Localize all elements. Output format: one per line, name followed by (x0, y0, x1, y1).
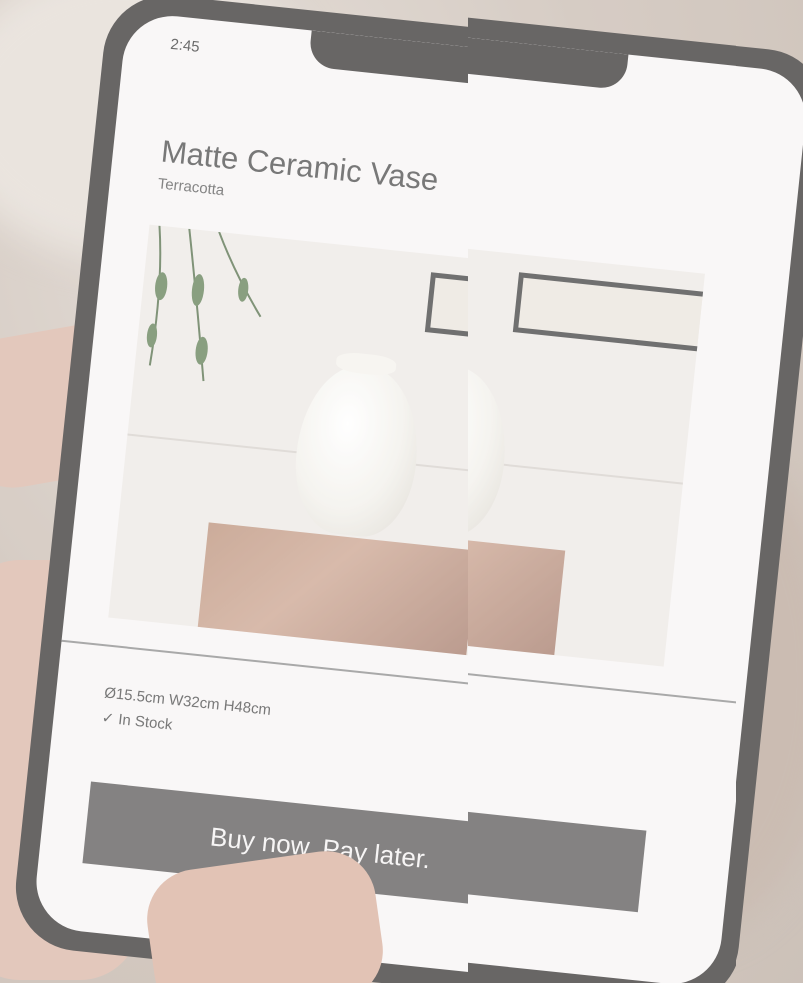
stock-label: In Stock (117, 711, 174, 734)
vase (468, 359, 514, 542)
product-subtitle: Terracotta (156, 175, 226, 200)
phone-echo (736, 0, 803, 983)
buy-button-echo (468, 781, 647, 913)
stock-status: ✓ In Stock (101, 708, 173, 733)
product-image-echo (468, 224, 705, 667)
phone-echo (468, 0, 736, 983)
marble-pedestal (468, 522, 566, 667)
check-icon: ✓ (100, 709, 116, 728)
plant-leaves (146, 225, 262, 382)
status-time: 2:45 (169, 35, 201, 56)
phone-screen-echo (468, 11, 736, 983)
echo-slice (468, 0, 736, 983)
phone-notch (468, 30, 629, 91)
wall-picture-frame (512, 272, 705, 354)
echo-slice (736, 0, 803, 983)
vase (288, 359, 426, 542)
background-scene: 2:45 ▮▮▮ ◠ ▬ Matte Ceramic Vase Terracot… (0, 0, 803, 983)
phone-screen-echo (736, 11, 803, 983)
marble-pedestal (195, 522, 478, 667)
